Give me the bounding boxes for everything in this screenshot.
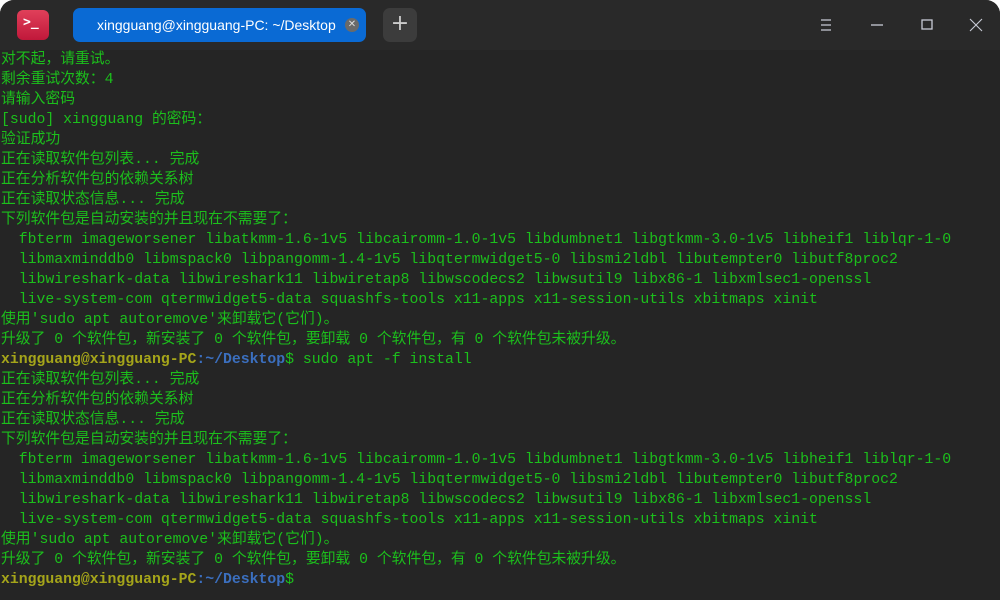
terminal-line: libwireshark-data libwireshark11 libwire… [1, 270, 871, 290]
terminal-line: 正在分析软件包的依赖关系树 [1, 170, 193, 190]
terminal-app-icon: >_ [17, 10, 49, 40]
maximize-icon[interactable] [915, 13, 939, 37]
terminal-text: 正在读取状态信息... 完成 [1, 412, 185, 428]
prompt-user-host: xingguang@xingguang-PC [1, 352, 197, 368]
terminal-text: [sudo] xingguang 的密码： [1, 112, 212, 128]
tab-terminal[interactable]: xingguang@xingguang-PC: ~/Desktop ✕ [73, 8, 366, 42]
terminal-text: 剩余重试次数：4 [1, 72, 114, 88]
terminal-text: live-system-com qtermwidget5-data squash… [1, 512, 818, 528]
terminal-text: 正在读取状态信息... 完成 [1, 192, 185, 208]
terminal-line: 对不起，请重试。 [1, 50, 119, 70]
terminal-text: fbterm imageworsener libatkmm-1.6-1v5 li… [1, 452, 952, 468]
terminal-text: $ sudo apt -f install [285, 352, 472, 368]
prompt-user-host: xingguang@xingguang-PC [1, 572, 197, 588]
terminal-line: 剩余重试次数：4 [1, 70, 113, 90]
terminal-line: 正在分析软件包的依赖关系树 [1, 390, 193, 410]
terminal-line: live-system-com qtermwidget5-data squash… [1, 290, 818, 310]
terminal-text: 使用'sudo apt autoremove'来卸载它(它们)。 [1, 532, 339, 548]
terminal-text: libmaxminddb0 libmspack0 libpangomm-1.4-… [1, 472, 898, 488]
terminal-line: libmaxminddb0 libmspack0 libpangomm-1.4-… [1, 470, 898, 490]
prompt-path: :~/Desktop [196, 572, 286, 588]
terminal-text: 验证成功 [1, 132, 61, 148]
terminal-line: 验证成功 [1, 130, 60, 150]
terminal-text: 使用'sudo apt autoremove'来卸载它(它们)。 [1, 312, 339, 328]
terminal-text: $ [285, 572, 295, 588]
terminal-text: 对不起，请重试。 [1, 52, 120, 68]
terminal-line: xingguang@xingguang-PC:~/Desktop$ sudo a… [1, 350, 472, 370]
terminal-text: 正在分析软件包的依赖关系树 [1, 392, 194, 408]
terminal-line: 使用'sudo apt autoremove'来卸载它(它们)。 [1, 530, 338, 550]
terminal-line: libwireshark-data libwireshark11 libwire… [1, 490, 871, 510]
terminal-line: 使用'sudo apt autoremove'来卸载它(它们)。 [1, 310, 338, 330]
tab-label: xingguang@xingguang-PC: ~/Desktop [97, 17, 336, 33]
terminal-line: xingguang@xingguang-PC:~/Desktop$ [1, 570, 294, 590]
terminal-line: 正在读取状态信息... 完成 [1, 410, 185, 430]
terminal-line: fbterm imageworsener libatkmm-1.6-1v5 li… [1, 450, 951, 470]
terminal-line: [sudo] xingguang 的密码： [1, 110, 211, 130]
terminal-text: fbterm imageworsener libatkmm-1.6-1v5 li… [1, 232, 952, 248]
terminal-line: 升级了 0 个软件包，新安装了 0 个软件包，要卸载 0 个软件包，有 0 个软… [1, 550, 625, 570]
terminal-text: 下列软件包是自动安装的并且现在不需要了： [1, 212, 297, 228]
terminal-line: live-system-com qtermwidget5-data squash… [1, 510, 818, 530]
terminal-window: >_ xingguang@xingguang-PC: ~/Desktop ✕ +… [0, 0, 1000, 600]
terminal-line: 请输入密码 [1, 90, 75, 110]
close-icon[interactable]: ✕ [345, 18, 359, 32]
terminal-text: 正在读取软件包列表... 完成 [1, 152, 200, 168]
app-icon-glyph: >_ [23, 15, 39, 30]
new-tab-button[interactable]: + [383, 8, 417, 42]
terminal-line: fbterm imageworsener libatkmm-1.6-1v5 li… [1, 230, 951, 250]
terminal-text: live-system-com qtermwidget5-data squash… [1, 292, 818, 308]
terminal-text: 请输入密码 [1, 92, 75, 108]
terminal-line: 升级了 0 个软件包，新安装了 0 个软件包，要卸载 0 个软件包，有 0 个软… [1, 330, 625, 350]
terminal-line: 正在读取状态信息... 完成 [1, 190, 185, 210]
terminal-text: libwireshark-data libwireshark11 libwire… [1, 272, 872, 288]
minimize-icon[interactable] [865, 13, 889, 37]
prompt-path: :~/Desktop [196, 352, 286, 368]
terminal-text: 正在分析软件包的依赖关系树 [1, 172, 194, 188]
terminal-text: 升级了 0 个软件包，新安装了 0 个软件包，要卸载 0 个软件包，有 0 个软… [1, 552, 626, 568]
close-window-icon[interactable] [964, 13, 988, 37]
terminal-line: 正在读取软件包列表... 完成 [1, 370, 199, 390]
terminal-text: libwireshark-data libwireshark11 libwire… [1, 492, 872, 508]
terminal-line: 下列软件包是自动安装的并且现在不需要了： [1, 430, 297, 450]
terminal-text: 正在读取软件包列表... 完成 [1, 372, 200, 388]
terminal-text: 下列软件包是自动安装的并且现在不需要了： [1, 432, 297, 448]
terminal-line: 下列软件包是自动安装的并且现在不需要了： [1, 210, 297, 230]
terminal-output[interactable]: 对不起，请重试。 剩余重试次数：4 请输入密码 [sudo] xingguang 的密… [0, 50, 1000, 600]
title-bar: >_ xingguang@xingguang-PC: ~/Desktop ✕ + [0, 0, 1000, 50]
terminal-line: 正在读取软件包列表... 完成 [1, 150, 199, 170]
terminal-text: libmaxminddb0 libmspack0 libpangomm-1.4-… [1, 252, 898, 268]
terminal-text: 升级了 0 个软件包，新安装了 0 个软件包，要卸载 0 个软件包，有 0 个软… [1, 332, 626, 348]
menu-icon[interactable] [814, 13, 838, 37]
terminal-line: libmaxminddb0 libmspack0 libpangomm-1.4-… [1, 250, 898, 270]
